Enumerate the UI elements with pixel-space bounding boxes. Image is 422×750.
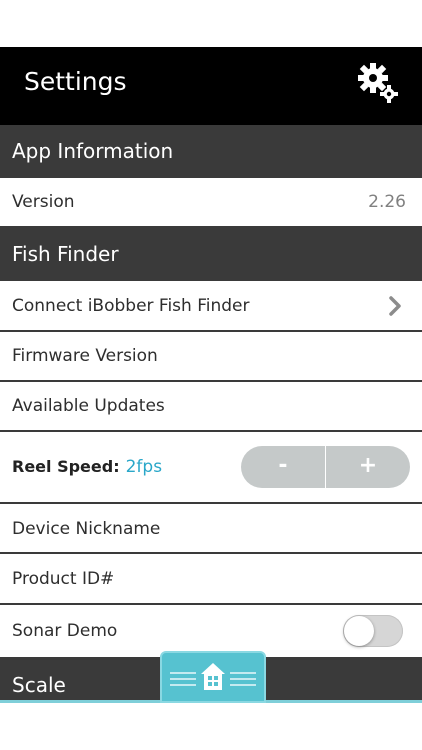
bottom-nav-bar [0,700,422,750]
app-header: Settings [0,47,422,125]
gears-icon[interactable] [356,61,400,105]
section-title: Scale [12,673,66,697]
section-fish-finder: Fish Finder [0,228,422,281]
home-icon [170,663,256,690]
home-tab-button[interactable] [160,651,266,703]
product-id-row[interactable]: Product ID# [0,554,422,605]
connect-fish-finder-label: Connect iBobber Fish Finder [12,296,250,316]
reel-speed-value: 2fps [125,457,163,477]
reel-speed-stepper: - + [241,446,410,488]
available-updates-row[interactable]: Available Updates [0,382,422,432]
firmware-version-row[interactable]: Firmware Version [0,332,422,382]
reel-speed-increase-button[interactable]: + [326,446,410,488]
chevron-right-icon [389,296,401,316]
section-app-information: App Information [0,125,422,178]
section-title: Fish Finder [12,242,119,266]
reel-speed-text: Reel Speed: 2fps [12,457,162,477]
device-nickname-label: Device Nickname [12,519,161,539]
reel-speed-decrease-button[interactable]: - [241,446,325,488]
version-value: 2.26 [368,192,406,212]
firmware-version-label: Firmware Version [12,346,158,366]
status-area [0,0,422,47]
section-title: App Information [12,139,174,163]
reel-speed-label: Reel Speed: [12,457,120,476]
page-title: Settings [24,67,127,96]
sonar-demo-toggle[interactable] [343,615,403,647]
device-nickname-row[interactable]: Device Nickname [0,504,422,554]
product-id-label: Product ID# [12,569,115,589]
available-updates-label: Available Updates [12,396,165,416]
sonar-demo-row: Sonar Demo [0,605,422,657]
version-label: Version [12,192,75,212]
toggle-knob [344,616,374,646]
reel-speed-row: Reel Speed: 2fps - + [0,432,422,504]
sonar-demo-label: Sonar Demo [12,621,118,641]
version-row: Version 2.26 [0,178,422,228]
connect-fish-finder-row[interactable]: Connect iBobber Fish Finder [0,281,422,332]
